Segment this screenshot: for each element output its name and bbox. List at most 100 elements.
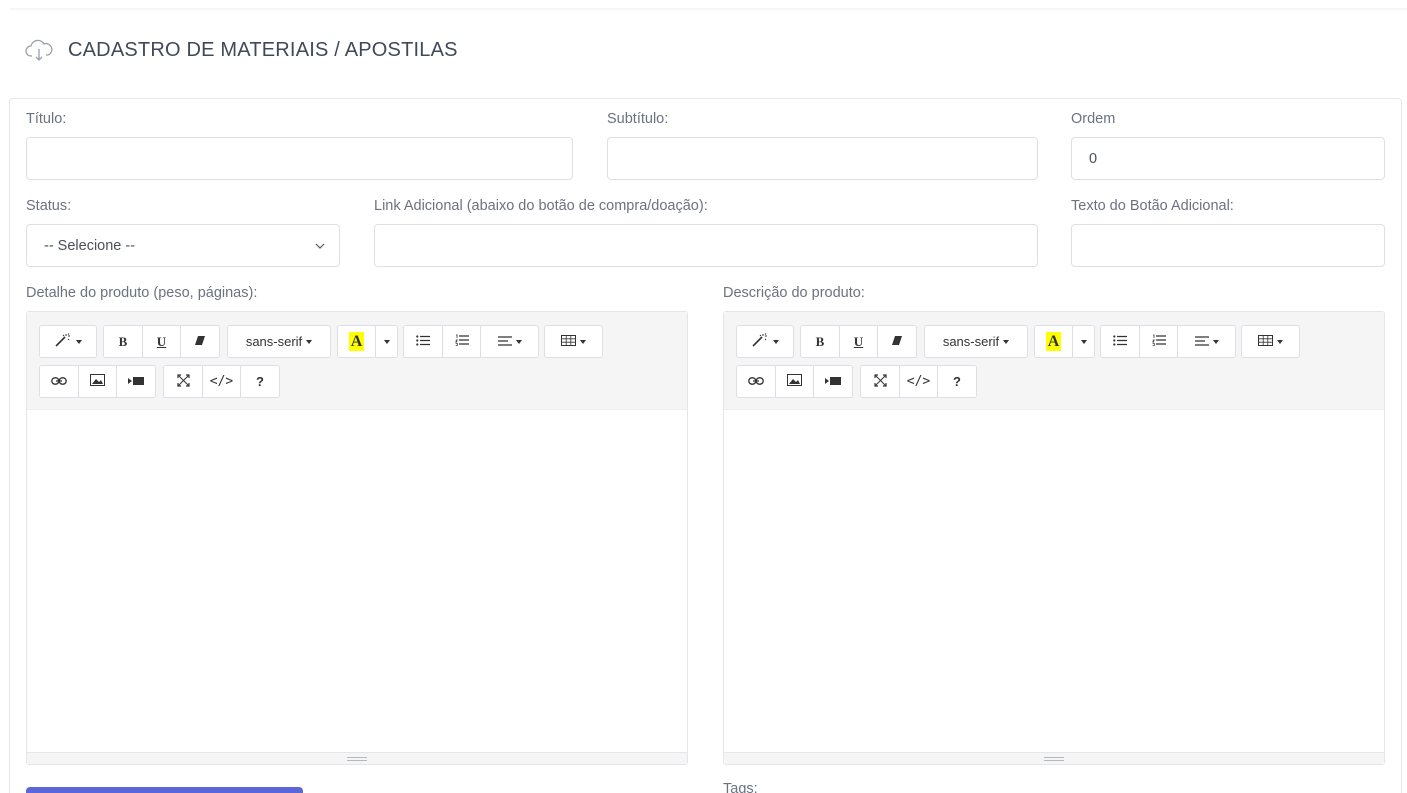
video-button[interactable]: [117, 366, 155, 397]
clear-format-button[interactable]: [181, 326, 219, 357]
editor-toolbar: B U sans-serif A </> ?: [724, 312, 1384, 410]
top-bar: [0, 0, 1407, 12]
link-icon: [51, 374, 67, 389]
ordered-list-icon: [454, 334, 469, 349]
ordem-input[interactable]: [1071, 137, 1385, 180]
font-name-button[interactable]: sans-serif: [925, 326, 1027, 357]
style-group: [736, 325, 794, 358]
submit-button[interactable]: [26, 787, 303, 793]
color-letter: A: [1045, 332, 1062, 351]
subtitulo-input[interactable]: [607, 137, 1038, 180]
view-group: </> ?: [163, 365, 280, 398]
link-icon: [748, 374, 764, 389]
top-bar-shadow: [10, 8, 1407, 12]
unordered-list-icon: [1113, 334, 1127, 349]
underline-button[interactable]: U: [143, 326, 181, 357]
titulo-label: Título:: [26, 111, 67, 127]
align-left-icon: [1194, 334, 1209, 349]
font-style-group: B U: [800, 325, 917, 358]
color-group: A: [1034, 325, 1095, 358]
help-button[interactable]: ?: [938, 366, 976, 397]
page-header: CADASTRO DE MATERIAIS / APOSTILAS: [24, 36, 458, 64]
fullscreen-button[interactable]: [164, 366, 203, 397]
fullscreen-icon: [873, 373, 887, 390]
table-icon: [561, 334, 576, 349]
paragraph-group: [403, 325, 539, 358]
style-button[interactable]: [737, 326, 793, 357]
editor-resize-bar[interactable]: [27, 752, 687, 764]
bold-button[interactable]: B: [104, 326, 143, 357]
style-group: [39, 325, 97, 358]
editor-toolbar: B U sans-serif A </> ?: [27, 312, 687, 410]
chevron-down-icon: [313, 239, 327, 253]
font-name-value: sans-serif: [245, 334, 303, 349]
ordered-list-button[interactable]: [443, 326, 481, 357]
color-letter: A: [348, 332, 365, 351]
detalhe-editor: B U sans-serif A </> ?: [26, 311, 688, 765]
view-group: </> ?: [860, 365, 977, 398]
magic-wand-icon: [751, 333, 769, 350]
descricao-editor: B U sans-serif A </> ?: [723, 311, 1385, 765]
font-name-group: sans-serif: [227, 325, 331, 358]
titulo-input[interactable]: [26, 137, 573, 180]
unordered-list-icon: [416, 334, 430, 349]
link-button[interactable]: [40, 366, 79, 397]
code-view-button[interactable]: </>: [203, 366, 241, 397]
bold-button[interactable]: B: [801, 326, 840, 357]
align-button[interactable]: [1178, 326, 1235, 357]
caret-icon: [76, 339, 82, 344]
font-name-button[interactable]: sans-serif: [228, 326, 330, 357]
help-button[interactable]: ?: [241, 366, 279, 397]
table-button[interactable]: [1242, 326, 1299, 357]
eraser-icon: [194, 334, 206, 349]
unordered-list-button[interactable]: [1101, 326, 1140, 357]
unordered-list-button[interactable]: [404, 326, 443, 357]
ordered-list-icon: [1151, 334, 1166, 349]
style-button[interactable]: [40, 326, 96, 357]
video-button[interactable]: [814, 366, 852, 397]
subtitulo-label: Subtítulo:: [607, 111, 669, 127]
texto-botao-input[interactable]: [1071, 224, 1385, 267]
align-button[interactable]: [481, 326, 538, 357]
editor-content-area[interactable]: [27, 410, 687, 752]
video-icon: [825, 374, 841, 389]
align-left-icon: [497, 334, 512, 349]
eraser-icon: [891, 334, 903, 349]
status-select[interactable]: -- Selecione --: [26, 224, 340, 267]
cloud-download-icon: [24, 37, 54, 63]
table-group: [1241, 325, 1300, 358]
caret-icon: [306, 339, 313, 344]
insert-group: [736, 365, 853, 398]
editor-content-area[interactable]: [724, 410, 1384, 752]
status-selected-value: -- Selecione --: [44, 237, 136, 254]
code-view-button[interactable]: </>: [900, 366, 938, 397]
color-dropdown-button[interactable]: [376, 326, 397, 357]
color-dropdown-button[interactable]: [1073, 326, 1094, 357]
clear-format-button[interactable]: [878, 326, 916, 357]
color-button[interactable]: A: [1035, 326, 1073, 357]
picture-button[interactable]: [79, 366, 117, 397]
font-style-group: B U: [103, 325, 220, 358]
caret-icon: [1277, 339, 1283, 344]
ordem-label: Ordem: [1071, 111, 1116, 127]
caret-icon: [383, 339, 390, 344]
caret-icon: [1003, 339, 1010, 344]
fullscreen-button[interactable]: [861, 366, 900, 397]
link-input[interactable]: [374, 224, 1038, 267]
underline-button[interactable]: U: [840, 326, 878, 357]
page-title: CADASTRO DE MATERIAIS / APOSTILAS: [68, 38, 458, 61]
detalhe-label: Detalhe do produto (peso, páginas):: [26, 285, 258, 301]
link-button[interactable]: [737, 366, 776, 397]
insert-group: [39, 365, 156, 398]
caret-icon: [1212, 339, 1219, 344]
editor-resize-bar[interactable]: [724, 752, 1384, 764]
ordered-list-button[interactable]: [1140, 326, 1178, 357]
table-group: [544, 325, 603, 358]
color-button[interactable]: A: [338, 326, 376, 357]
font-name-value: sans-serif: [942, 334, 1000, 349]
fullscreen-icon: [176, 373, 190, 390]
table-button[interactable]: [545, 326, 602, 357]
table-icon: [1258, 334, 1273, 349]
picture-icon: [787, 374, 802, 389]
picture-button[interactable]: [776, 366, 814, 397]
